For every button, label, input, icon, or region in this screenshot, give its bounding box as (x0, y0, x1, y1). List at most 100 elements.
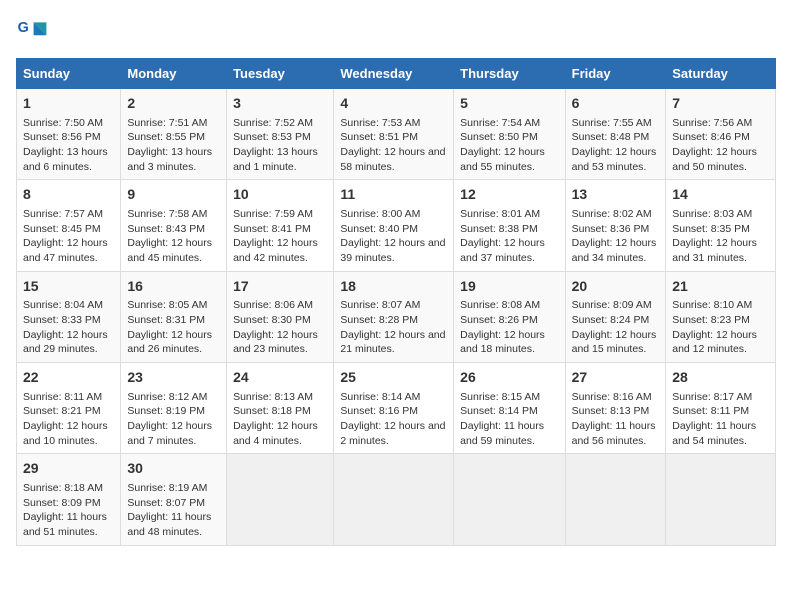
day-info: Sunrise: 8:19 AMSunset: 8:07 PMDaylight:… (127, 481, 220, 540)
header-friday: Friday (565, 59, 666, 89)
calendar-cell: 9Sunrise: 7:58 AMSunset: 8:43 PMDaylight… (121, 180, 227, 271)
svg-text:G: G (18, 20, 29, 36)
day-info: Sunrise: 8:14 AMSunset: 8:16 PMDaylight:… (340, 390, 447, 449)
calendar-cell: 11Sunrise: 8:00 AMSunset: 8:40 PMDayligh… (334, 180, 454, 271)
day-number: 29 (23, 459, 114, 479)
day-info: Sunrise: 7:54 AMSunset: 8:50 PMDaylight:… (460, 116, 558, 175)
day-number: 19 (460, 277, 558, 297)
day-info: Sunrise: 8:10 AMSunset: 8:23 PMDaylight:… (672, 298, 769, 357)
calendar-cell: 1Sunrise: 7:50 AMSunset: 8:56 PMDaylight… (17, 89, 121, 180)
calendar-cell: 26Sunrise: 8:15 AMSunset: 8:14 PMDayligh… (454, 363, 565, 454)
day-number: 10 (233, 185, 327, 205)
day-number: 2 (127, 94, 220, 114)
day-info: Sunrise: 8:08 AMSunset: 8:26 PMDaylight:… (460, 298, 558, 357)
day-number: 13 (572, 185, 660, 205)
day-number: 28 (672, 368, 769, 388)
calendar-cell: 18Sunrise: 8:07 AMSunset: 8:28 PMDayligh… (334, 271, 454, 362)
header-saturday: Saturday (666, 59, 776, 89)
day-info: Sunrise: 8:09 AMSunset: 8:24 PMDaylight:… (572, 298, 660, 357)
header-sunday: Sunday (17, 59, 121, 89)
day-info: Sunrise: 8:06 AMSunset: 8:30 PMDaylight:… (233, 298, 327, 357)
calendar-cell: 14Sunrise: 8:03 AMSunset: 8:35 PMDayligh… (666, 180, 776, 271)
calendar-cell: 6Sunrise: 7:55 AMSunset: 8:48 PMDaylight… (565, 89, 666, 180)
day-info: Sunrise: 7:55 AMSunset: 8:48 PMDaylight:… (572, 116, 660, 175)
day-number: 12 (460, 185, 558, 205)
calendar-cell: 20Sunrise: 8:09 AMSunset: 8:24 PMDayligh… (565, 271, 666, 362)
day-info: Sunrise: 7:50 AMSunset: 8:56 PMDaylight:… (23, 116, 114, 175)
day-info: Sunrise: 8:17 AMSunset: 8:11 PMDaylight:… (672, 390, 769, 449)
calendar-cell: 15Sunrise: 8:04 AMSunset: 8:33 PMDayligh… (17, 271, 121, 362)
calendar-cell: 12Sunrise: 8:01 AMSunset: 8:38 PMDayligh… (454, 180, 565, 271)
day-number: 11 (340, 185, 447, 205)
day-number: 9 (127, 185, 220, 205)
day-number: 18 (340, 277, 447, 297)
calendar-week-row: 15Sunrise: 8:04 AMSunset: 8:33 PMDayligh… (17, 271, 776, 362)
calendar-cell (666, 454, 776, 545)
day-info: Sunrise: 8:03 AMSunset: 8:35 PMDaylight:… (672, 207, 769, 266)
day-number: 30 (127, 459, 220, 479)
day-number: 15 (23, 277, 114, 297)
calendar-cell: 30Sunrise: 8:19 AMSunset: 8:07 PMDayligh… (121, 454, 227, 545)
day-info: Sunrise: 8:05 AMSunset: 8:31 PMDaylight:… (127, 298, 220, 357)
day-info: Sunrise: 7:59 AMSunset: 8:41 PMDaylight:… (233, 207, 327, 266)
day-info: Sunrise: 8:07 AMSunset: 8:28 PMDaylight:… (340, 298, 447, 357)
calendar-cell: 4Sunrise: 7:53 AMSunset: 8:51 PMDaylight… (334, 89, 454, 180)
calendar-cell: 28Sunrise: 8:17 AMSunset: 8:11 PMDayligh… (666, 363, 776, 454)
day-info: Sunrise: 8:18 AMSunset: 8:09 PMDaylight:… (23, 481, 114, 540)
calendar-table: SundayMondayTuesdayWednesdayThursdayFrid… (16, 58, 776, 546)
day-info: Sunrise: 8:00 AMSunset: 8:40 PMDaylight:… (340, 207, 447, 266)
calendar-week-row: 8Sunrise: 7:57 AMSunset: 8:45 PMDaylight… (17, 180, 776, 271)
calendar-header-row: SundayMondayTuesdayWednesdayThursdayFrid… (17, 59, 776, 89)
calendar-cell (227, 454, 334, 545)
calendar-cell: 8Sunrise: 7:57 AMSunset: 8:45 PMDaylight… (17, 180, 121, 271)
calendar-cell: 21Sunrise: 8:10 AMSunset: 8:23 PMDayligh… (666, 271, 776, 362)
calendar-cell: 19Sunrise: 8:08 AMSunset: 8:26 PMDayligh… (454, 271, 565, 362)
calendar-cell: 24Sunrise: 8:13 AMSunset: 8:18 PMDayligh… (227, 363, 334, 454)
calendar-cell: 3Sunrise: 7:52 AMSunset: 8:53 PMDaylight… (227, 89, 334, 180)
calendar-cell: 10Sunrise: 7:59 AMSunset: 8:41 PMDayligh… (227, 180, 334, 271)
day-info: Sunrise: 8:11 AMSunset: 8:21 PMDaylight:… (23, 390, 114, 449)
calendar-cell: 16Sunrise: 8:05 AMSunset: 8:31 PMDayligh… (121, 271, 227, 362)
day-number: 3 (233, 94, 327, 114)
calendar-week-row: 29Sunrise: 8:18 AMSunset: 8:09 PMDayligh… (17, 454, 776, 545)
day-number: 8 (23, 185, 114, 205)
day-number: 5 (460, 94, 558, 114)
header-wednesday: Wednesday (334, 59, 454, 89)
day-number: 7 (672, 94, 769, 114)
calendar-week-row: 22Sunrise: 8:11 AMSunset: 8:21 PMDayligh… (17, 363, 776, 454)
calendar-cell: 13Sunrise: 8:02 AMSunset: 8:36 PMDayligh… (565, 180, 666, 271)
calendar-cell: 27Sunrise: 8:16 AMSunset: 8:13 PMDayligh… (565, 363, 666, 454)
calendar-cell: 17Sunrise: 8:06 AMSunset: 8:30 PMDayligh… (227, 271, 334, 362)
calendar-week-row: 1Sunrise: 7:50 AMSunset: 8:56 PMDaylight… (17, 89, 776, 180)
day-info: Sunrise: 8:16 AMSunset: 8:13 PMDaylight:… (572, 390, 660, 449)
calendar-cell: 23Sunrise: 8:12 AMSunset: 8:19 PMDayligh… (121, 363, 227, 454)
header-monday: Monday (121, 59, 227, 89)
day-number: 22 (23, 368, 114, 388)
day-info: Sunrise: 8:02 AMSunset: 8:36 PMDaylight:… (572, 207, 660, 266)
calendar-cell: 2Sunrise: 7:51 AMSunset: 8:55 PMDaylight… (121, 89, 227, 180)
day-info: Sunrise: 8:04 AMSunset: 8:33 PMDaylight:… (23, 298, 114, 357)
day-info: Sunrise: 7:51 AMSunset: 8:55 PMDaylight:… (127, 116, 220, 175)
day-number: 25 (340, 368, 447, 388)
day-number: 20 (572, 277, 660, 297)
calendar-cell (565, 454, 666, 545)
logo-icon: G (16, 16, 48, 48)
day-number: 1 (23, 94, 114, 114)
day-info: Sunrise: 8:13 AMSunset: 8:18 PMDaylight:… (233, 390, 327, 449)
day-info: Sunrise: 7:57 AMSunset: 8:45 PMDaylight:… (23, 207, 114, 266)
calendar-cell: 7Sunrise: 7:56 AMSunset: 8:46 PMDaylight… (666, 89, 776, 180)
day-info: Sunrise: 8:01 AMSunset: 8:38 PMDaylight:… (460, 207, 558, 266)
day-number: 23 (127, 368, 220, 388)
calendar-cell (454, 454, 565, 545)
day-number: 4 (340, 94, 447, 114)
day-info: Sunrise: 8:12 AMSunset: 8:19 PMDaylight:… (127, 390, 220, 449)
day-info: Sunrise: 7:58 AMSunset: 8:43 PMDaylight:… (127, 207, 220, 266)
calendar-cell: 25Sunrise: 8:14 AMSunset: 8:16 PMDayligh… (334, 363, 454, 454)
day-number: 24 (233, 368, 327, 388)
calendar-cell (334, 454, 454, 545)
day-info: Sunrise: 7:56 AMSunset: 8:46 PMDaylight:… (672, 116, 769, 175)
day-number: 26 (460, 368, 558, 388)
header-thursday: Thursday (454, 59, 565, 89)
day-number: 17 (233, 277, 327, 297)
day-number: 21 (672, 277, 769, 297)
